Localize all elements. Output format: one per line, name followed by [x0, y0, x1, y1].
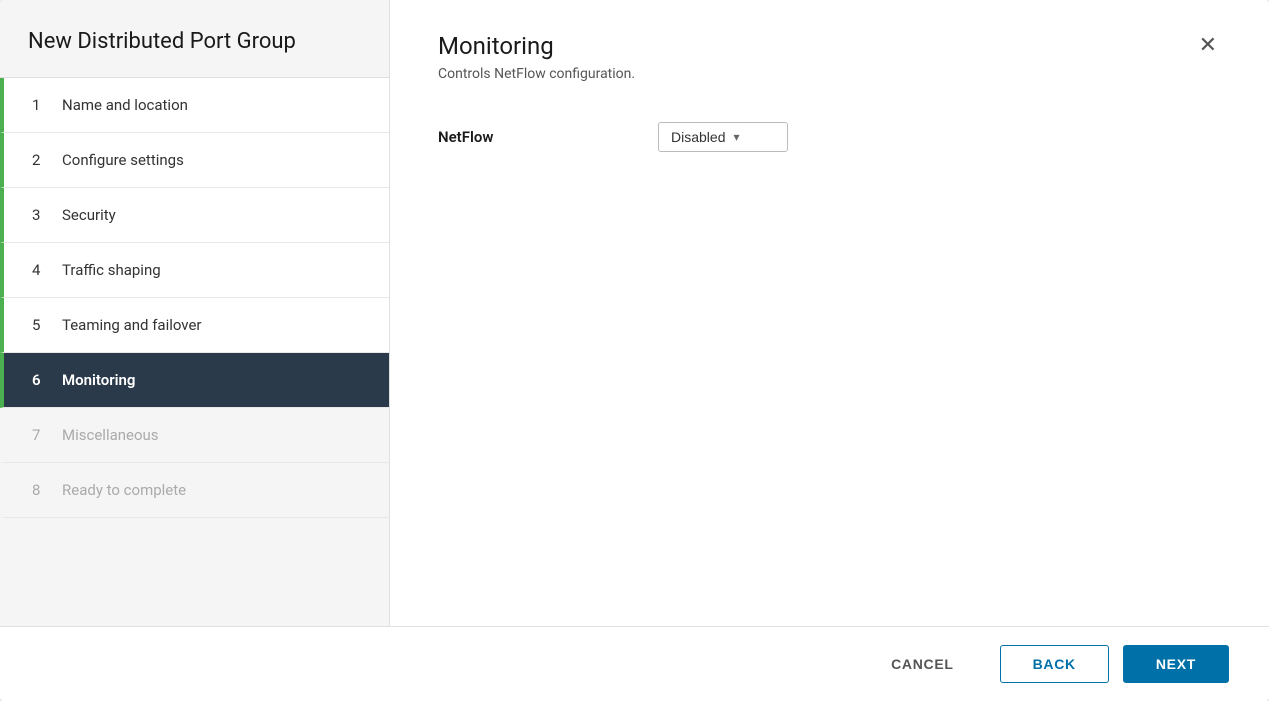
step-label-5: Teaming and failover [62, 316, 202, 334]
back-button[interactable]: BACK [1000, 645, 1109, 683]
dialog-body: New Distributed Port Group 1 Name and lo… [0, 0, 1269, 626]
close-button[interactable]: ✕ [1195, 34, 1221, 56]
step-num-6: 6 [32, 371, 48, 389]
main-content: Monitoring Controls NetFlow configuratio… [390, 0, 1269, 626]
sidebar: New Distributed Port Group 1 Name and lo… [0, 0, 390, 626]
sidebar-item-teaming-and-failover[interactable]: 5 Teaming and failover [0, 298, 389, 353]
step-num-5: 5 [32, 316, 48, 334]
step-label-8: Ready to complete [62, 481, 186, 499]
netflow-dropdown-value: Disabled [671, 129, 725, 145]
sidebar-item-configure-settings[interactable]: 2 Configure settings [0, 133, 389, 188]
dialog-footer: CANCEL BACK NEXT [0, 626, 1269, 701]
step-label-3: Security [62, 206, 116, 224]
dialog: New Distributed Port Group 1 Name and lo… [0, 0, 1269, 701]
sidebar-item-miscellaneous: 7 Miscellaneous [0, 408, 389, 463]
page-subtitle: Controls NetFlow configuration. [438, 66, 635, 82]
step-num-8: 8 [32, 481, 48, 499]
netflow-dropdown[interactable]: Disabled ▾ [658, 122, 788, 152]
step-num-3: 3 [32, 206, 48, 224]
netflow-field-row: NetFlow Disabled ▾ [438, 122, 1221, 152]
step-num-2: 2 [32, 151, 48, 169]
sidebar-item-traffic-shaping[interactable]: 4 Traffic shaping [0, 243, 389, 298]
step-label-2: Configure settings [62, 151, 184, 169]
step-label-6: Monitoring [62, 371, 135, 389]
content-body: NetFlow Disabled ▾ [390, 82, 1269, 626]
step-label-7: Miscellaneous [62, 426, 159, 444]
next-button[interactable]: NEXT [1123, 645, 1229, 683]
sidebar-item-name-and-location[interactable]: 1 Name and location [0, 78, 389, 133]
chevron-down-icon: ▾ [733, 130, 739, 144]
sidebar-item-ready-to-complete: 8 Ready to complete [0, 463, 389, 518]
sidebar-title: New Distributed Port Group [0, 0, 389, 78]
netflow-control: Disabled ▾ [658, 122, 788, 152]
sidebar-nav: 1 Name and location 2 Configure settings… [0, 78, 389, 626]
content-title-block: Monitoring Controls NetFlow configuratio… [438, 32, 635, 82]
sidebar-item-monitoring[interactable]: 6 Monitoring [0, 353, 389, 408]
cancel-button[interactable]: CANCEL [859, 646, 986, 682]
step-num-7: 7 [32, 426, 48, 444]
step-num-1: 1 [32, 96, 48, 114]
netflow-label: NetFlow [438, 128, 658, 146]
step-label-1: Name and location [62, 96, 188, 114]
content-header: Monitoring Controls NetFlow configuratio… [390, 0, 1269, 82]
sidebar-item-security[interactable]: 3 Security [0, 188, 389, 243]
page-title: Monitoring [438, 32, 635, 60]
step-label-4: Traffic shaping [62, 261, 161, 279]
step-num-4: 4 [32, 261, 48, 279]
